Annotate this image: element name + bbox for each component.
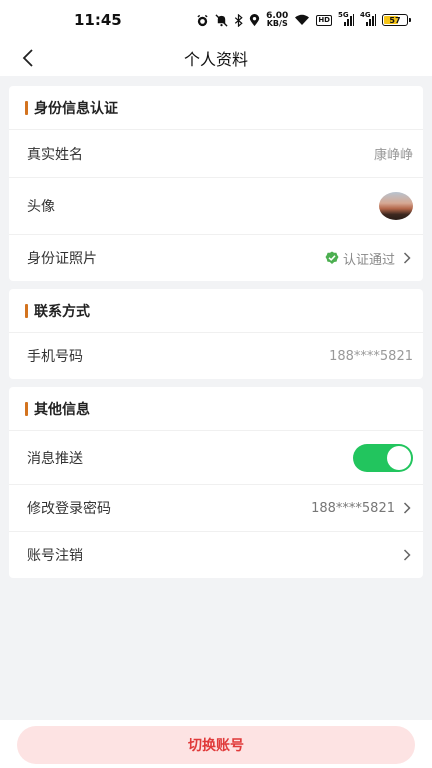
back-button[interactable] xyxy=(14,44,42,72)
other-card: 其他信息 消息推送 修改登录密码 188****5821 账号注销 xyxy=(9,387,423,578)
signal-4g-label: 4G xyxy=(360,11,371,19)
account-cancel-label: 账号注销 xyxy=(27,548,83,564)
other-section-title: 其他信息 xyxy=(34,401,90,418)
status-time: 11:45 xyxy=(74,11,122,29)
phone-label: 手机号码 xyxy=(27,349,83,365)
wifi-icon xyxy=(294,14,310,26)
identity-section-header: 身份信息认证 xyxy=(9,86,423,130)
verified-check-icon xyxy=(325,251,339,264)
id-photo-row[interactable]: 身份证照片 认证通过 xyxy=(9,235,423,281)
id-photo-right: 认证通过 xyxy=(325,249,413,268)
change-password-value: 188****5821 xyxy=(311,500,395,516)
real-name-row[interactable]: 真实姓名 康峥峥 xyxy=(9,130,423,178)
avatar-row[interactable]: 头像 xyxy=(9,178,423,235)
section-accent-bar xyxy=(25,401,28,416)
account-cancel-row[interactable]: 账号注销 xyxy=(9,532,423,578)
signal-5g-label: 5G xyxy=(338,11,349,19)
chevron-right-icon xyxy=(401,252,413,264)
hd-badge: HD xyxy=(316,14,332,26)
bluetooth-icon xyxy=(234,13,243,27)
section-accent-bar xyxy=(25,303,28,318)
identity-card: 身份信息认证 真实姓名 康峥峥 头像 身份证照片 认证通过 xyxy=(9,86,423,281)
net-speed: 6.00 KB/S xyxy=(266,12,288,28)
content: 身份信息认证 真实姓名 康峥峥 头像 身份证照片 认证通过 联系方式 手机号码 … xyxy=(0,76,432,578)
signal-4g-icon: 4G xyxy=(360,11,376,26)
location-icon xyxy=(249,13,260,27)
page-title: 个人资料 xyxy=(183,50,248,69)
real-name-value: 康峥峥 xyxy=(373,148,413,163)
avatar-label: 头像 xyxy=(27,199,55,215)
change-password-row[interactable]: 修改登录密码 188****5821 xyxy=(9,485,423,532)
battery-icon: 57 xyxy=(382,14,411,26)
battery-level: 57 xyxy=(389,15,401,25)
chevron-right-icon xyxy=(401,549,413,561)
switch-account-button[interactable]: 切换账号 xyxy=(17,726,415,764)
phone-value: 188****5821 xyxy=(329,348,413,364)
signal-5g-icon: 5G xyxy=(338,11,354,26)
change-password-right: 188****5821 xyxy=(311,501,413,516)
nav-bar: 个人资料 xyxy=(0,40,432,76)
contact-section-header: 联系方式 xyxy=(9,289,423,333)
contact-section-title: 联系方式 xyxy=(34,303,90,320)
contact-card: 联系方式 手机号码 188****5821 xyxy=(9,289,423,379)
push-row: 消息推送 xyxy=(9,431,423,485)
chevron-left-icon xyxy=(22,49,33,67)
real-name-label: 真实姓名 xyxy=(27,146,83,163)
id-photo-label: 身份证照片 xyxy=(27,251,97,267)
change-password-label: 修改登录密码 xyxy=(27,501,111,517)
toggle-knob xyxy=(387,445,411,470)
chevron-right-icon xyxy=(401,502,413,514)
status-icons: 6.00 KB/S HD 5G 4G 57 xyxy=(196,11,411,28)
verified-label: 认证通过 xyxy=(342,252,395,268)
verified-status: 认证通过 xyxy=(325,249,395,268)
net-speed-unit: KB/S xyxy=(266,19,288,28)
mute-icon xyxy=(215,13,228,27)
phone-row[interactable]: 手机号码 188****5821 xyxy=(9,333,423,379)
push-label: 消息推送 xyxy=(27,450,83,467)
other-section-header: 其他信息 xyxy=(9,387,423,431)
section-accent-bar xyxy=(25,100,28,115)
avatar[interactable] xyxy=(379,192,413,220)
identity-section-title: 身份信息认证 xyxy=(34,100,118,117)
status-bar: 11:45 6.00 KB/S HD 5G 4G 57 xyxy=(0,0,432,40)
push-toggle[interactable] xyxy=(353,443,413,472)
alarm-icon xyxy=(196,14,209,27)
